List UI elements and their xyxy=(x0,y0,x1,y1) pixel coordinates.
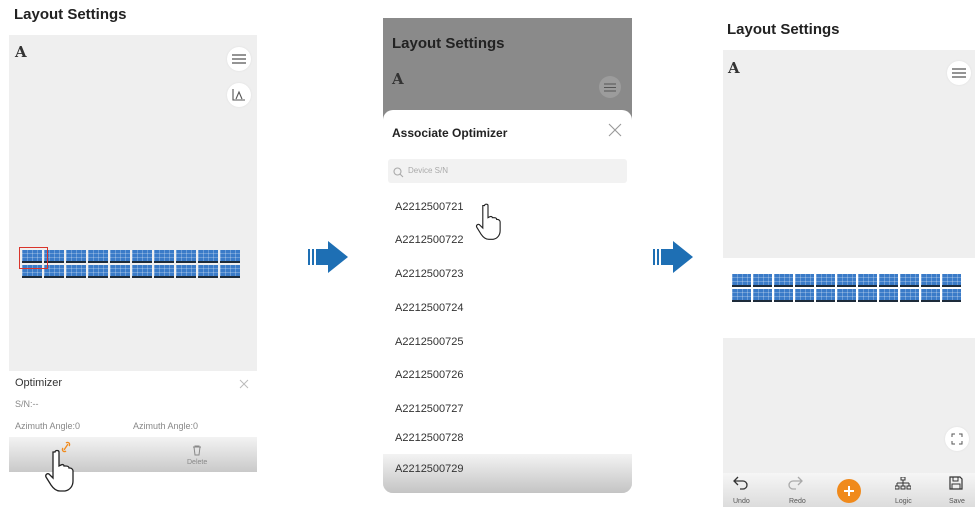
pv-panel[interactable] xyxy=(88,250,108,263)
panel-row xyxy=(22,250,240,263)
pv-panel-array xyxy=(22,250,240,278)
redo-label: Redo xyxy=(789,498,806,505)
right-page-title: Layout Settings xyxy=(727,21,840,38)
pv-panel[interactable] xyxy=(732,289,751,302)
pv-panel[interactable] xyxy=(879,274,898,287)
compass-icon: A xyxy=(15,43,27,61)
search-placeholder: Device S/N xyxy=(408,166,449,175)
menu-icon xyxy=(599,76,621,98)
pv-panel[interactable] xyxy=(198,250,218,263)
pv-panel[interactable] xyxy=(66,250,86,263)
right-layout-canvas[interactable]: A xyxy=(723,50,975,473)
pv-panel[interactable] xyxy=(176,265,196,278)
pv-panel[interactable] xyxy=(879,289,898,302)
undo-icon[interactable] xyxy=(733,476,749,495)
device-item[interactable]: A2212500728 xyxy=(395,432,464,444)
pv-panel[interactable] xyxy=(816,274,835,287)
pv-panel[interactable] xyxy=(942,289,961,302)
close-icon[interactable] xyxy=(608,123,622,142)
right-toolbar: Undo Redo Logic Save xyxy=(723,473,975,507)
pv-panel[interactable] xyxy=(795,289,814,302)
redo-icon[interactable] xyxy=(787,476,803,495)
pv-panel[interactable] xyxy=(154,250,174,263)
selected-panel-highlight xyxy=(19,247,48,269)
hand-pointer-icon xyxy=(475,202,501,247)
pv-panel[interactable] xyxy=(837,289,856,302)
hand-pointer-icon xyxy=(44,449,74,498)
pv-panel[interactable] xyxy=(66,265,86,278)
pv-panel[interactable] xyxy=(795,274,814,287)
pv-panel[interactable] xyxy=(774,274,793,287)
pv-panel[interactable] xyxy=(816,289,835,302)
logic-label: Logic xyxy=(895,498,912,505)
pv-panel[interactable] xyxy=(132,265,152,278)
pv-panel[interactable] xyxy=(198,265,218,278)
add-button[interactable] xyxy=(837,479,861,503)
pv-panel[interactable] xyxy=(88,265,108,278)
pv-panel[interactable] xyxy=(220,250,240,263)
pv-panel[interactable] xyxy=(220,265,240,278)
pv-panel[interactable] xyxy=(837,274,856,287)
plus-icon xyxy=(844,486,854,496)
pv-panel[interactable] xyxy=(942,274,961,287)
pv-panel[interactable] xyxy=(753,289,772,302)
menu-icon[interactable] xyxy=(947,61,971,85)
logic-icon[interactable] xyxy=(894,476,912,495)
azimuth-adjust-icon[interactable] xyxy=(227,83,251,107)
azimuth-angle-left: Azimuth Angle:0 xyxy=(15,421,81,431)
device-item[interactable]: A2212500726 xyxy=(395,369,464,381)
pv-panel[interactable] xyxy=(921,289,940,302)
associate-optimizer-dialog: Associate Optimizer Device S/N A22125007… xyxy=(383,110,632,493)
pv-panel[interactable] xyxy=(858,274,877,287)
pv-panel[interactable] xyxy=(753,274,772,287)
device-item[interactable]: A2212500723 xyxy=(395,268,464,280)
sheet-title: Optimizer xyxy=(15,377,63,389)
pv-panel[interactable] xyxy=(900,274,919,287)
fullscreen-icon[interactable] xyxy=(945,427,969,451)
middle-screen: Layout Settings A Associate Optimizer De… xyxy=(383,18,632,493)
left-page-title: Layout Settings xyxy=(14,6,127,23)
pv-panel-associated[interactable] xyxy=(732,274,751,287)
device-item[interactable]: A2212500727 xyxy=(395,403,464,415)
delete-label: Delete xyxy=(187,459,208,466)
device-item[interactable]: A2212500725 xyxy=(395,336,464,348)
pv-panel[interactable] xyxy=(176,250,196,263)
compass-icon: A xyxy=(728,59,740,77)
pv-panel[interactable] xyxy=(154,265,174,278)
device-search-input[interactable]: Device S/N xyxy=(388,159,627,183)
pv-panel[interactable] xyxy=(110,265,130,278)
close-icon[interactable] xyxy=(239,376,249,394)
left-layout-canvas[interactable]: A xyxy=(9,35,257,371)
device-item[interactable]: A2212500729 xyxy=(395,463,464,475)
panel-row xyxy=(732,274,961,287)
pv-panel[interactable] xyxy=(858,289,877,302)
panel-row xyxy=(732,289,961,302)
pv-panel[interactable] xyxy=(774,289,793,302)
search-icon xyxy=(393,165,404,183)
flow-arrow-icon xyxy=(653,241,695,278)
azimuth-angle-right: Azimuth Angle:0 xyxy=(133,421,199,431)
pv-panel[interactable] xyxy=(132,250,152,263)
device-item[interactable]: A2212500724 xyxy=(395,302,464,314)
optimizer-info-sheet: Optimizer S/N:-- Azimuth Angle:0 Azimuth… xyxy=(9,371,257,437)
menu-icon[interactable] xyxy=(227,47,251,71)
compass-icon: A xyxy=(392,70,404,88)
save-icon[interactable] xyxy=(949,476,963,495)
undo-label: Undo xyxy=(733,498,750,505)
save-label: Save xyxy=(949,498,965,505)
pv-panel-array xyxy=(732,274,961,302)
pv-panel[interactable] xyxy=(900,289,919,302)
dialog-title: Associate Optimizer xyxy=(392,126,508,140)
pv-panel[interactable] xyxy=(921,274,940,287)
device-item[interactable]: A2212500721 xyxy=(395,201,464,213)
device-item[interactable]: A2212500722 xyxy=(395,234,464,246)
flow-arrow-icon xyxy=(308,241,350,278)
middle-page-title: Layout Settings xyxy=(392,35,505,52)
pv-panel[interactable] xyxy=(110,250,130,263)
panel-row xyxy=(22,265,240,278)
sn-value: S/N:-- xyxy=(15,399,39,409)
